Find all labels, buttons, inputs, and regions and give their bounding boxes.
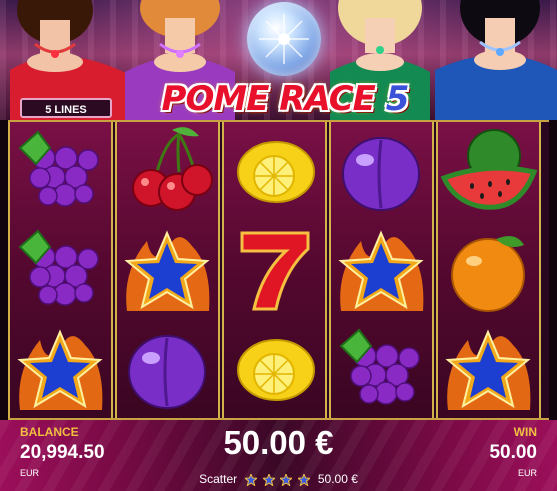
plum-icon xyxy=(342,137,420,211)
symbol-cell xyxy=(331,320,432,418)
cherry-icon xyxy=(132,127,213,211)
scatter-payout: 50.00 € xyxy=(317,471,358,486)
character-blue-dress xyxy=(435,0,557,120)
scatter-star-icon xyxy=(280,473,293,486)
symbol-cell xyxy=(117,320,218,418)
symbol-cell xyxy=(438,122,539,220)
watermelon-icon xyxy=(440,129,538,210)
scatter-info: Scatter 50.00 € xyxy=(150,471,407,487)
reel-4 xyxy=(329,122,434,418)
symbol-cell xyxy=(10,221,111,319)
scatter-star-icon xyxy=(262,473,275,486)
grapes-icon xyxy=(18,229,99,306)
symbol-cell xyxy=(10,122,111,220)
crystal-ball xyxy=(247,2,321,76)
balance-currency: EUR xyxy=(20,468,40,478)
star-icon xyxy=(338,230,424,311)
symbol-cell xyxy=(10,320,111,418)
sparkle-icon xyxy=(259,14,309,64)
symbol-cell xyxy=(117,122,218,220)
orange-icon xyxy=(451,236,525,312)
reel-3 xyxy=(222,122,327,418)
slot-game: POME RACE 5 5 LINES BALANCE 20,994.50 EU… xyxy=(0,0,557,491)
symbol-cell xyxy=(224,221,325,319)
symbol-cell xyxy=(438,221,539,319)
reel-grid xyxy=(8,120,549,420)
win-value: 50.00 xyxy=(489,442,537,463)
logo-word-2: RACE xyxy=(279,79,376,119)
scatter-stars xyxy=(244,472,313,486)
lemon-icon xyxy=(237,141,315,203)
reel-1 xyxy=(8,122,113,418)
game-logo: POME RACE 5 xyxy=(140,78,430,120)
symbol-cell xyxy=(117,221,218,319)
logo-word-1: POME xyxy=(161,79,270,119)
seven-icon xyxy=(240,231,310,311)
logo-number: 5 xyxy=(385,79,410,119)
star-icon xyxy=(124,230,210,311)
star-icon xyxy=(17,329,103,410)
reel-5 xyxy=(436,122,541,418)
plum-icon xyxy=(128,335,206,409)
symbol-cell xyxy=(331,122,432,220)
scatter-star-icon xyxy=(245,473,258,486)
lines-badge: 5 LINES xyxy=(20,98,112,118)
lemon-icon xyxy=(237,339,315,401)
symbol-cell xyxy=(224,122,325,220)
bet-amount-button[interactable]: 50.00 € xyxy=(160,424,397,462)
reel-2 xyxy=(115,122,220,418)
scatter-star-icon xyxy=(297,473,310,486)
win-currency: EUR xyxy=(517,468,537,478)
symbol-cell xyxy=(438,320,539,418)
scatter-label: Scatter xyxy=(199,471,238,486)
symbol-cell xyxy=(331,221,432,319)
balance-label: BALANCE xyxy=(20,425,79,439)
bottom-panel: BALANCE 20,994.50 EUR 50.00 € Scatter 50… xyxy=(0,420,557,491)
star-icon xyxy=(445,329,531,410)
balance-value: 20,994.50 xyxy=(20,442,105,463)
top-banner: POME RACE 5 5 LINES xyxy=(0,0,557,120)
logo-text: POME RACE 5 xyxy=(161,78,410,120)
grapes-icon xyxy=(339,328,420,405)
grapes-icon xyxy=(18,130,99,207)
win-label: WIN xyxy=(513,425,537,439)
symbol-cell xyxy=(224,320,325,418)
